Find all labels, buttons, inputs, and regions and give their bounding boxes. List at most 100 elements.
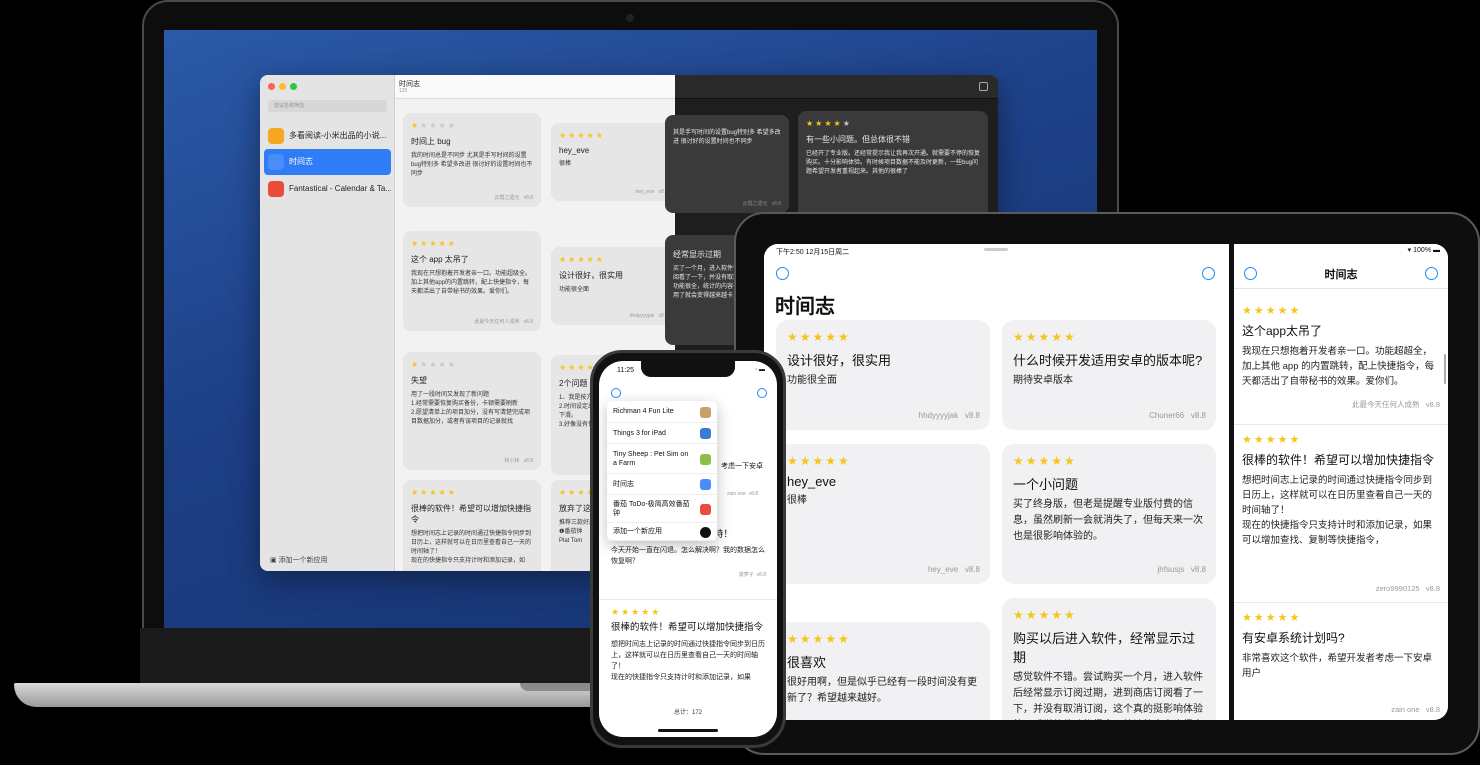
review-footer: hhdyyyyjak v8.8 <box>629 313 668 319</box>
review-total: 总计：172 <box>673 710 702 716</box>
review-body: 我现在只想抱着开发者亲一口。功能超级全。加上其他app的内置跳转，配上快捷指令，… <box>411 271 532 295</box>
app-name: Fantastical - Calendar & Ta... <box>289 184 391 193</box>
profile-icon[interactable] <box>776 267 789 280</box>
add-app-button[interactable]: ▣ 添加一个新应用 <box>270 555 328 565</box>
review-title: hey_eve <box>787 474 837 489</box>
sidebar-app-item[interactable]: 时间志 <box>264 149 391 175</box>
review-card[interactable]: ★★★★★ 设计很好，很实用 功能很全面 hhdyyyyjak v8.8 <box>776 320 990 430</box>
zoom-window-button[interactable] <box>290 83 297 90</box>
home-indicator[interactable] <box>658 729 718 732</box>
review-footer <box>973 713 980 720</box>
peek-author: zain one v8.8 <box>727 491 759 497</box>
review-title: hey_eve <box>559 146 590 155</box>
rating-stars: ★★★★★ <box>611 607 662 617</box>
review-footer: 云霞之遗元 v8.8 <box>742 201 781 207</box>
menu-item[interactable]: Richman 4 Fun Lite <box>607 401 717 423</box>
review-title: 很棒的软件！希望可以增加快捷指令 <box>1242 453 1435 467</box>
rating-stars: ★★★★★ <box>559 131 605 140</box>
review-card[interactable]: ★★★★★ 失望 用了一段时间又发现了新问题 1.经常需要恢复购买备份，卡顿需要刷新… <box>403 352 541 470</box>
profile-icon[interactable] <box>611 388 621 398</box>
review-card[interactable]: ★★★★★ hey_eve 很棒 hey_eve v8.8 <box>776 444 990 584</box>
ipad-status-time: 下午2:50 12月15日周二 <box>776 249 850 256</box>
calendar-icon[interactable] <box>979 82 988 91</box>
mac-toolbar: 时间志 125 <box>395 75 675 99</box>
review-footer: 菠萝子 v8.8 <box>738 572 766 578</box>
review-body: 想把时间志上记录的时间通过快捷指令同步到日历上，这样就可以在日历里查看自己一天的… <box>411 531 532 564</box>
review-body: 我的时间总是不同步 尤其是手写时间的设置bug特别多 希望多改进 很讨好的设置时… <box>411 153 533 177</box>
filter-icon[interactable] <box>1202 267 1215 280</box>
minimize-window-button[interactable] <box>279 83 286 90</box>
sidebar-app-item[interactable]: Fantastical - Calendar & Ta... <box>264 176 391 202</box>
app-name: 多看阅读-小米出品的小说... <box>289 131 387 140</box>
app-switch-menu: Richman 4 Fun Lite Things 3 for iPad Tiny … <box>607 401 717 541</box>
sidebar-app-item[interactable]: 多看阅读-小米出品的小说... <box>264 123 391 149</box>
review-footer: hhdyyyyjak v8.8 <box>918 411 980 420</box>
iphone-screen: 11:25 ◦ ▬ 考虑一下安卓 zain one v8.8 ...恢复数据呀！… <box>599 361 777 737</box>
review-title: 什么时候开发适用安卓的版本呢? <box>1013 353 1203 368</box>
menu-item-label: Richman 4 Fun Lite <box>613 408 674 415</box>
menu-item-label: 番茄 ToDo-极简高效番茄钟 <box>613 500 690 517</box>
multitask-handle[interactable] <box>984 248 1008 251</box>
battery-indicator: ▾ 100% ▬ <box>1407 247 1440 254</box>
sidebar-search-input[interactable]: 建议名称筛选 <box>268 100 387 112</box>
review-card-dark[interactable]: 其是手写时间的设置bug特别多 希望多改进 很讨好的设置时间也不同步 云霞之遗元 … <box>665 115 789 213</box>
iphone-status-time: 11:25 <box>617 367 634 374</box>
review-card[interactable]: ★★★★★ 这个 app 太吊了 我现在只想抱着开发者亲一口。功能超级全。加上其他a… <box>403 231 541 331</box>
review-card[interactable]: ★★★★★ 这个app太吊了 我现在只想抱着开发者亲一口。功能超超全，加上其他 ap… <box>1234 296 1448 416</box>
review-footer: hey_eve v8.8 <box>927 565 980 574</box>
menu-item-label: 时间志 <box>613 480 634 488</box>
review-body: 很好用啊，但是似乎已经有一段时间没有更新了？希望越来越好。 <box>787 677 977 704</box>
rating-stars: ★★★★★ <box>787 330 851 344</box>
review-card[interactable]: ★★★★★ 购买以后进入软件，经常显示过期 感觉软件不错。尝试购买一个月，进入软件后… <box>1002 598 1216 720</box>
review-footer: 林小林 v8.8 <box>504 458 533 464</box>
review-footer: jhfsusjs v8.8 <box>1157 565 1206 574</box>
peek-text: 考虑一下安卓 <box>721 463 763 470</box>
app-icon <box>268 154 284 170</box>
review-title: 一个小问题 <box>1013 477 1079 492</box>
review-footer: hey_eve v8.8 <box>635 189 668 195</box>
ipad-side-pane: ▾ 100% ▬ 时间志 ★★★★★ 这个app太吊了 我现在只想抱着开发者亲一口。… <box>1234 244 1448 720</box>
review-footer: 此最今天任何人成熟 v8.8 <box>1352 400 1440 409</box>
review-footer: zero9990125 v8.8 <box>1375 584 1440 593</box>
review-title: 购买以后进入软件，经常显示过期 <box>1013 631 1196 665</box>
ipad-screen: 下午2:50 12月15日周二 时间志 ★★★★★ 设计很好，很实用 功能很全面 hh… <box>764 244 1448 720</box>
review-body: 很棒 <box>559 161 572 167</box>
review-body: 非常喜欢这个软件，希望开发者考虑一下安卓用户 <box>1242 653 1433 679</box>
menu-item[interactable]: 番茄 ToDo-极简高效番茄钟 <box>607 495 717 523</box>
review-card[interactable]: ★★★★★ 什么时候开发适用安卓的版本呢? 期待安卓版本 Chuner66 v8.8 <box>1002 320 1216 430</box>
menu-item[interactable]: 添加一个新应用 <box>607 523 717 541</box>
iphone-status-icons: ◦ ▬ <box>755 367 765 373</box>
review-card[interactable]: ★★★★★ 一个小问题 买了终身版，但老是提醒专业版付费的信息，虽然刷新一会就消失了… <box>1002 444 1216 584</box>
review-title: 很喜欢 <box>787 655 827 670</box>
review-body: 已经开了专业版。还经常提示我让我再次开通。就需要不停的恢复购买。十分影响体验。有… <box>806 151 981 175</box>
review-footer: 云霞之遗元 v8.8 <box>494 195 533 201</box>
review-card[interactable]: ★★★★★ 很棒的软件！希望可以增加快捷指令 想把时间志上记录的时间通过快捷指令… <box>611 607 766 683</box>
review-card[interactable]: ★★★★★ 时间上 bug 我的时间总是不同步 尤其是手写时间的设置bug特别多 希… <box>403 113 541 207</box>
rating-stars: ★★★★★ <box>806 119 852 128</box>
mac-toolbar-dark <box>675 75 998 99</box>
filter-icon[interactable] <box>757 388 767 398</box>
review-body: 用了一段时间又发现了新问题 1.经常需要恢复购买备份，卡顿需要刷新 2.愿望清单… <box>411 392 531 425</box>
menu-item[interactable]: 时间志 <box>607 474 717 495</box>
review-footer: Chuner66 v8.8 <box>1149 411 1206 420</box>
close-window-button[interactable] <box>268 83 275 90</box>
rating-stars: ★★★★★ <box>411 488 457 497</box>
review-body: 功能很全面 <box>787 375 837 386</box>
review-body: 买了终身版，但老是提醒专业版付费的信息，虽然刷新一会就消失了，但每天来一次也是很… <box>1013 499 1203 542</box>
rating-stars: ★★★★★ <box>1013 608 1077 622</box>
review-body: 很棒 <box>787 495 807 506</box>
menu-item[interactable]: Tiny Sheep : Pet Sim on a Farm <box>607 444 717 474</box>
review-card[interactable]: ★★★★★ 很喜欢 很好用啊，但是似乎已经有一段时间没有更新了？希望越来越好。 <box>776 622 990 720</box>
side-pane-title: 时间志 <box>1324 269 1358 281</box>
app-icon <box>700 503 711 515</box>
review-card[interactable]: ★★★★★ 很棒的软件！希望可以增加快捷指令 想把时间志上记录的时间通过快捷指令同步… <box>403 480 541 571</box>
ipad-main-pane: 下午2:50 12月15日周二 时间志 ★★★★★ 设计很好，很实用 功能很全面 hh… <box>764 244 1229 720</box>
rating-stars: ★★★★★ <box>787 454 851 468</box>
menu-item[interactable]: Things 3 for iPad <box>607 423 717 444</box>
review-card[interactable]: ★★★★★ 设计很好，很实用 功能很全面 hhdyyyyjak v8.8 <box>551 247 676 325</box>
menu-item-label: Tiny Sheep : Pet Sim on a Farm <box>613 450 689 467</box>
divider <box>1234 288 1448 289</box>
review-card[interactable]: ★★★★★ 很棒的软件！希望可以增加快捷指令 想把时间志上记录的时间通过快捷指令同步… <box>1234 424 1448 599</box>
review-card[interactable]: ★★★★★ 有安卓系统计划吗? 非常喜欢这个软件，希望开发者考虑一下安卓用户 zain… <box>1234 602 1448 720</box>
review-card[interactable]: ★★★★★ hey_eve 很棒 hey_eve v8.8 <box>551 123 676 201</box>
